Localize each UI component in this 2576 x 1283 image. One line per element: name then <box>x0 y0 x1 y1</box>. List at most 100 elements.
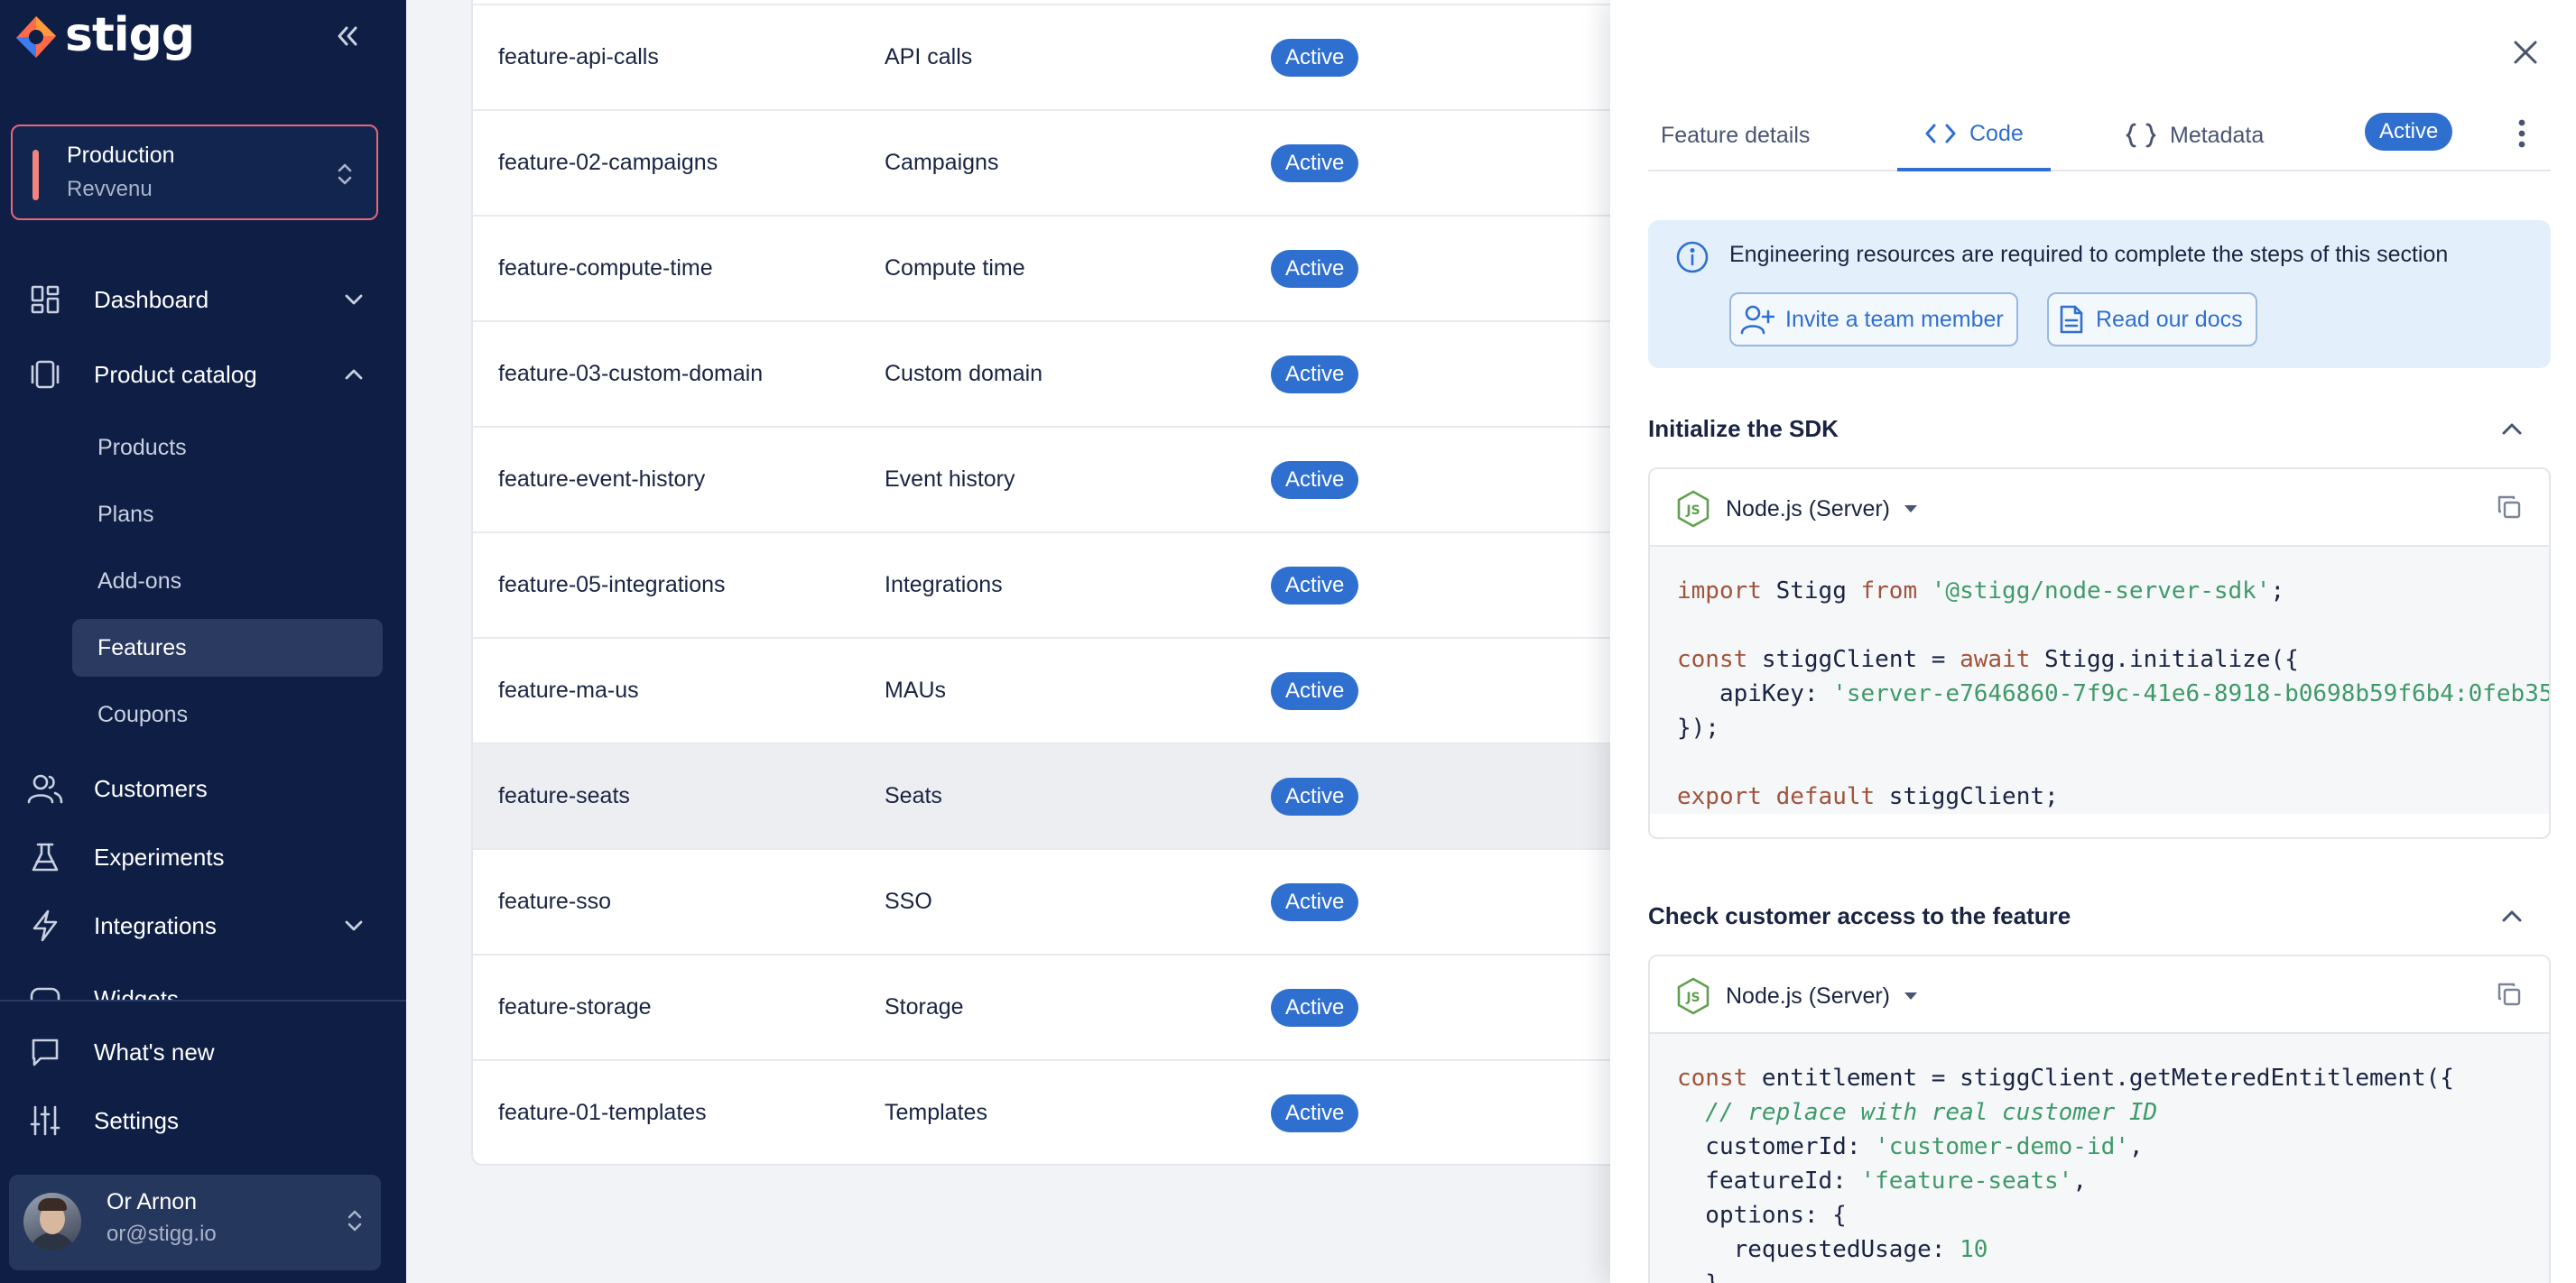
feature-detail-drawer: Feature details Code Metadata Active Eng… <box>1610 0 2576 1283</box>
nav-widgets[interactable]: Widgets <box>27 973 379 1000</box>
nav-settings-label: Settings <box>94 1106 179 1134</box>
kebab-menu-icon <box>2518 119 2525 148</box>
table-row[interactable]: feature-event-history Event history Acti… <box>473 426 1643 531</box>
chevron-up-icon[interactable] <box>2498 415 2525 442</box>
close-drawer-button[interactable] <box>2506 32 2545 72</box>
feature-name-cell: Templates <box>885 1100 987 1125</box>
environment-account: Revvenu <box>67 177 153 201</box>
table-row[interactable]: feature-02-campaigns Campaigns Active <box>473 109 1643 215</box>
nodejs-icon: JS <box>1677 977 1710 1015</box>
feature-id-cell: feature-05-integrations <box>498 572 726 597</box>
info-banner-text: Engineering resources are required to co… <box>1729 242 2449 267</box>
svg-text:JS: JS <box>1685 503 1700 518</box>
init-sdk-code-block: JS Node.js (Server) import Stigg from '@… <box>1648 467 2551 839</box>
invite-team-member-label: Invite a team member <box>1785 306 2004 332</box>
nav-whats-new[interactable]: What's new <box>27 1027 379 1077</box>
table-row-selected[interactable]: feature-seats Seats Active <box>473 743 1643 848</box>
nav-products[interactable]: Products <box>72 419 383 476</box>
feature-name-cell: Integrations <box>885 572 1003 597</box>
feature-name-cell: Event history <box>885 466 1015 492</box>
tab-feature-details[interactable]: Feature details <box>1661 99 1810 171</box>
nav-dashboard-label: Dashboard <box>94 285 209 313</box>
feature-id-cell: feature-seats <box>498 783 630 808</box>
nav-integrations[interactable]: Integrations <box>27 900 379 951</box>
table-row[interactable]: feature-storage Storage Active <box>473 954 1643 1059</box>
status-badge: Active <box>1271 143 1359 182</box>
nav-plans[interactable]: Plans <box>72 485 383 543</box>
status-cell: Active <box>1271 777 1359 816</box>
status-cell: Active <box>1271 882 1359 921</box>
init-sdk-section-title: Initialize the SDK <box>1648 415 1839 442</box>
feature-id-cell: feature-03-custom-domain <box>498 361 764 386</box>
nav-product-catalog[interactable]: Product catalog <box>27 349 379 400</box>
main-content: feature-api-calls API calls Active featu… <box>406 0 1645 1283</box>
nav-features[interactable]: Features <box>72 619 383 677</box>
nav-widgets-label: Widgets <box>94 985 179 1000</box>
more-options-button[interactable] <box>2504 114 2540 153</box>
environment-switcher[interactable]: Production Revvenu <box>11 125 378 220</box>
feature-id-cell: feature-01-templates <box>498 1100 707 1125</box>
catalog-icon <box>27 356 63 392</box>
code-content: import Stigg from '@stigg/node-server-sd… <box>1650 547 2549 814</box>
status-badge: Active <box>1271 460 1359 499</box>
sliders-icon <box>27 1103 63 1139</box>
up-down-caret-icon <box>347 1210 362 1232</box>
status-cell: Active <box>1271 460 1359 499</box>
read-docs-button[interactable]: Read our docs <box>2047 292 2257 346</box>
table-row[interactable]: feature-03-custom-domain Custom domain A… <box>473 320 1643 426</box>
feature-name-cell: Seats <box>885 783 942 808</box>
tab-code-label: Code <box>1969 120 2024 146</box>
language-selector[interactable]: JS Node.js (Server) <box>1675 976 1919 1016</box>
language-name: Node.js (Server) <box>1726 983 1890 1009</box>
user-name: Or Arnon <box>107 1189 198 1214</box>
status-badge: Active <box>2365 113 2453 151</box>
language-selector[interactable]: JS Node.js (Server) <box>1675 489 1919 529</box>
status-cell: Active <box>1271 249 1359 288</box>
curly-braces-icon <box>2125 122 2157 149</box>
table-row[interactable]: feature-01-templates Templates Active <box>473 1059 1643 1164</box>
up-down-caret-icon <box>338 163 352 185</box>
status-badge: Active <box>1271 882 1359 921</box>
avatar <box>23 1193 81 1251</box>
code-block-header: JS Node.js (Server) <box>1650 469 2549 547</box>
feature-id-cell: feature-ma-us <box>498 678 639 703</box>
brand-name: stigg <box>65 8 195 62</box>
nav-customers[interactable]: Customers <box>27 763 379 814</box>
user-menu[interactable]: Or Arnon or@stigg.io <box>9 1175 381 1270</box>
nav-whats-new-label: What's new <box>94 1038 215 1066</box>
status-badge: Active <box>1271 249 1359 288</box>
language-name: Node.js (Server) <box>1726 495 1890 522</box>
collapse-sidebar-button[interactable] <box>329 18 365 54</box>
brand-logo[interactable]: stigg <box>11 8 195 67</box>
copy-icon[interactable] <box>2497 494 2522 520</box>
table-row[interactable]: feature-ma-us MAUs Active <box>473 637 1643 743</box>
tab-metadata[interactable]: Metadata <box>2125 99 2264 171</box>
code-content: const entitlement = stiggClient.getMeter… <box>1650 1034 2549 1283</box>
table-row[interactable]: feature-compute-time Compute time Active <box>473 215 1643 320</box>
nav-addons[interactable]: Add-ons <box>72 552 383 610</box>
status-cell: Active <box>1271 143 1359 182</box>
caret-down-icon <box>1903 503 1919 514</box>
sidebar: stigg Production Revvenu Dashboard Produ… <box>0 0 406 1283</box>
table-row[interactable]: feature-05-integrations Integrations Act… <box>473 531 1643 637</box>
sidebar-divider <box>0 1000 406 1001</box>
dashboard-icon <box>27 282 63 318</box>
nav-experiments[interactable]: Experiments <box>27 832 379 882</box>
access-check-code-block: JS Node.js (Server) const entitlement = … <box>1648 955 2551 1283</box>
add-user-icon <box>1740 304 1774 335</box>
table-row[interactable]: feature-api-calls API calls Active <box>473 4 1643 109</box>
feature-status-badge: Active <box>2365 113 2453 151</box>
table-row[interactable]: feature-sso SSO Active <box>473 848 1643 954</box>
features-table: feature-api-calls API calls Active featu… <box>471 0 1645 1166</box>
nav-settings[interactable]: Settings <box>27 1095 379 1146</box>
feature-id-cell: feature-api-calls <box>498 44 659 69</box>
status-cell: Active <box>1271 566 1359 605</box>
nav-dashboard[interactable]: Dashboard <box>27 274 379 325</box>
tab-code[interactable]: Code <box>1897 99 2051 171</box>
chevron-up-icon[interactable] <box>2498 902 2525 929</box>
nav-experiments-label: Experiments <box>94 843 225 871</box>
nav-coupons[interactable]: Coupons <box>72 686 383 743</box>
status-badge: Active <box>1271 1094 1359 1132</box>
copy-icon[interactable] <box>2497 982 2522 1007</box>
invite-team-member-button[interactable]: Invite a team member <box>1729 292 2018 346</box>
